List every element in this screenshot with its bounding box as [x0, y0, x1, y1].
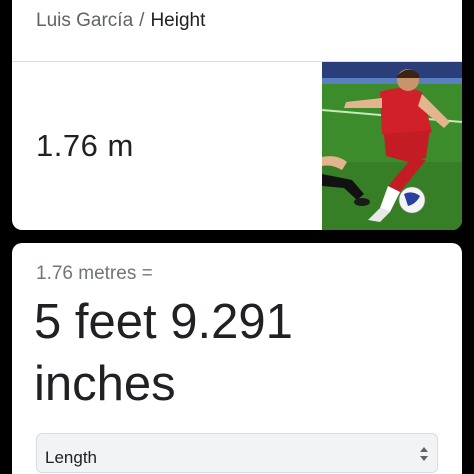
unit-type-selected: Length — [45, 448, 97, 467]
height-answer-card: Luis García / Height 1.76 m — [12, 0, 462, 230]
breadcrumb-attribute: Height — [150, 10, 206, 31]
height-value: 1.76 m — [36, 128, 134, 163]
breadcrumb: Luis García / Height — [36, 10, 205, 32]
conversion-result: 5 feet 9.291 inches — [34, 295, 293, 411]
player-photo[interactable] — [322, 62, 462, 230]
breadcrumb-entity-link[interactable]: Luis García — [36, 10, 133, 31]
conversion-source: 1.76 metres = — [36, 263, 153, 284]
breadcrumb-separator: / — [139, 10, 145, 31]
unit-type-select[interactable]: Length — [36, 433, 438, 473]
player-photo-graphic — [322, 62, 462, 230]
select-arrows-icon — [420, 447, 428, 461]
screen: Luis García / Height 1.76 m 1.76 metres … — [0, 0, 474, 474]
unit-converter-card: 1.76 metres = 5 feet 9.291 inches Length — [12, 243, 462, 474]
